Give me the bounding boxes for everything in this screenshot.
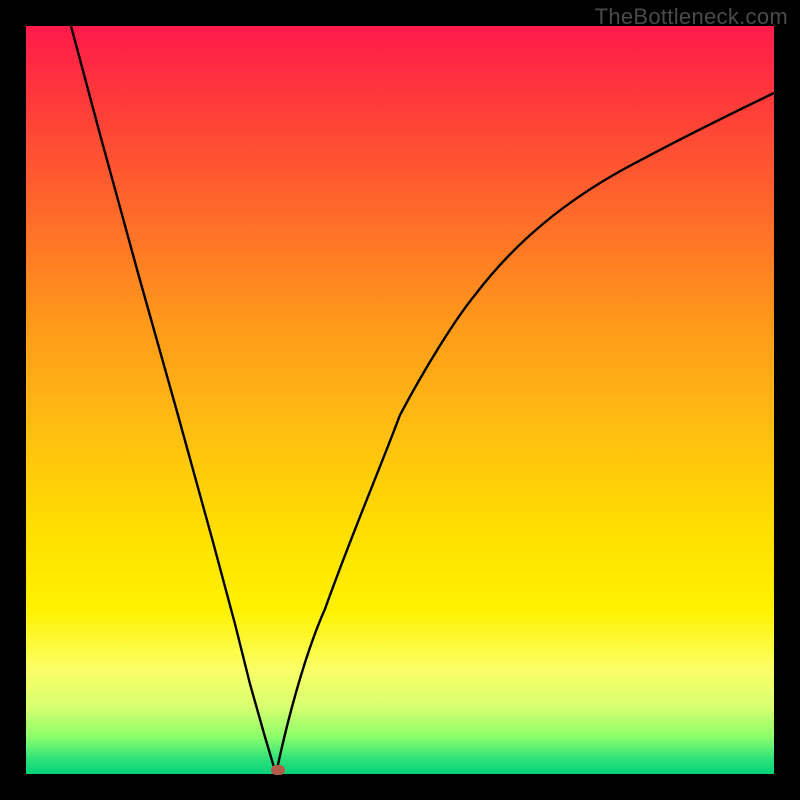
chart-frame: TheBottleneck.com [0,0,800,800]
watermark-text: TheBottleneck.com [595,4,788,30]
curve-right-branch [276,93,774,774]
curve-left-branch [71,26,276,774]
bottleneck-curve [26,26,774,774]
optimal-point-marker [271,765,285,775]
plot-area [26,26,774,774]
